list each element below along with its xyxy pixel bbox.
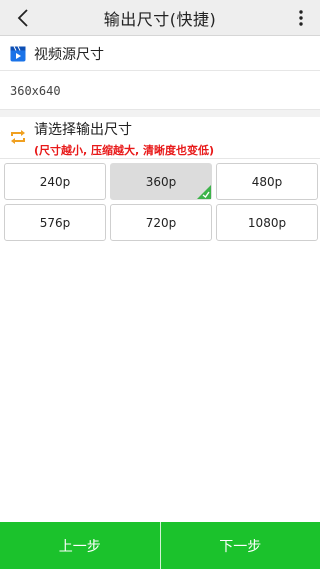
source-size-value: 360x640 (10, 83, 61, 98)
top-bar: 输出尺寸(快捷) (0, 0, 320, 36)
swap-icon (10, 129, 26, 145)
resolution-label: 480p (251, 174, 283, 189)
resolution-option-480p[interactable]: 480p (216, 163, 318, 200)
output-size-hint: (尺寸越小, 压缩越大, 清晰度也变低) (34, 144, 215, 157)
chevron-left-icon (17, 9, 28, 27)
source-size-label: 视频源尺寸 (34, 47, 104, 63)
next-step-button[interactable]: 下一步 (161, 522, 320, 569)
section-divider (0, 110, 320, 117)
resolution-label: 1080p (247, 215, 287, 230)
previous-step-button[interactable]: 上一步 (0, 522, 160, 569)
video-icon (10, 46, 26, 62)
check-icon (197, 185, 211, 199)
output-size-row: 请选择输出尺寸 (尺寸越小, 压缩越大, 清晰度也变低) (0, 117, 320, 159)
resolution-label: 240p (39, 174, 71, 189)
resolution-option-360p[interactable]: 360p (110, 163, 212, 200)
resolution-label: 360p (145, 174, 177, 189)
resolution-label: 576p (39, 215, 71, 230)
more-menu-button[interactable] (290, 0, 312, 36)
source-size-value-row: 360x640 (0, 72, 320, 110)
resolution-option-576p[interactable]: 576p (4, 204, 106, 241)
page-title: 输出尺寸(快捷) (103, 9, 217, 29)
output-size-label: 请选择输出尺寸 (34, 122, 132, 138)
bottom-action-bar: 上一步 下一步 (0, 522, 320, 569)
source-size-row: 视频源尺寸 (0, 38, 320, 71)
resolution-label: 720p (145, 215, 177, 230)
footer-divider (159, 522, 161, 569)
resolution-option-240p[interactable]: 240p (4, 163, 106, 200)
more-vertical-icon (299, 10, 303, 26)
resolution-option-1080p[interactable]: 1080p (216, 204, 318, 241)
back-button[interactable] (6, 0, 40, 36)
resolution-option-720p[interactable]: 720p (110, 204, 212, 241)
resolution-grid: 240p 360p 480p 576p 720p 1080p (4, 163, 318, 241)
